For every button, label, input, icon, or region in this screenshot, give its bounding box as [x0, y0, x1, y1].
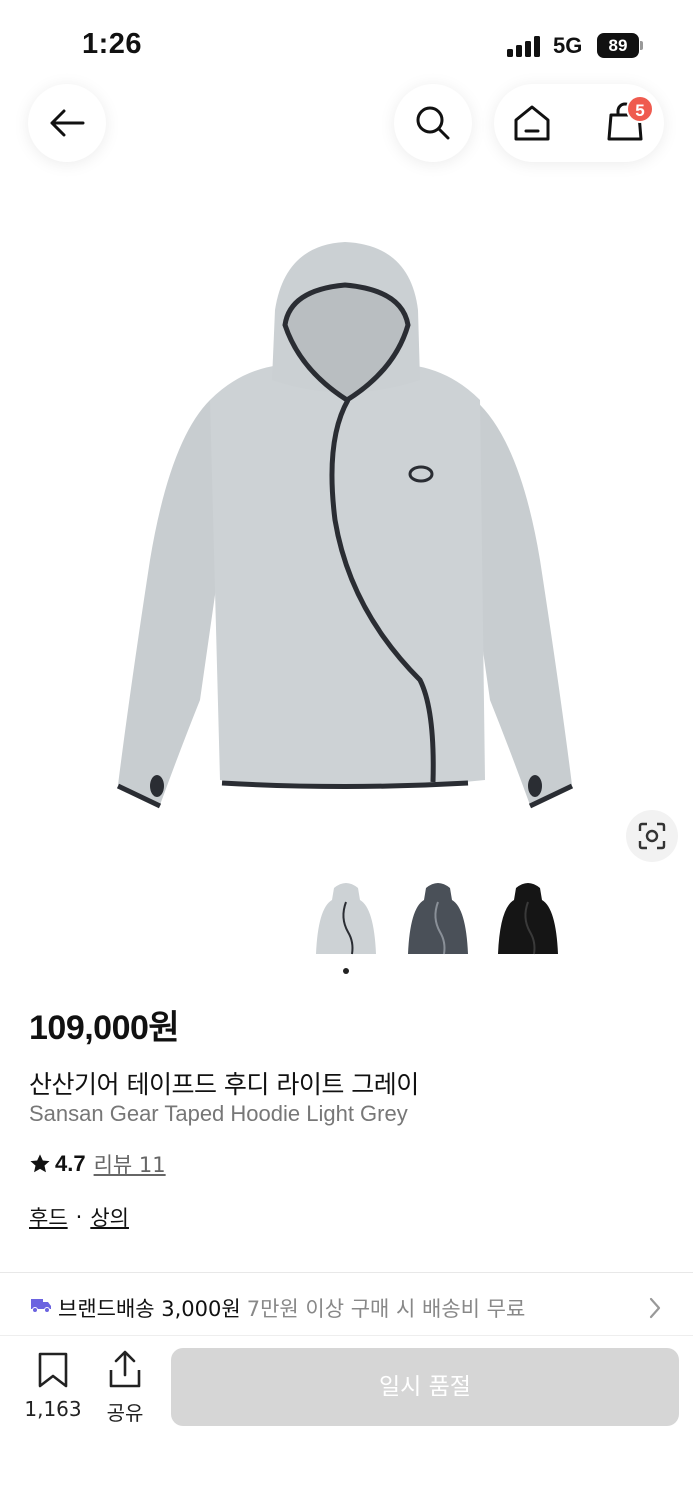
bottom-action-bar: 1,163 공유 일시 품절 — [0, 1335, 693, 1500]
color-thumbnails — [310, 878, 570, 968]
camera-scan-icon — [638, 822, 666, 850]
category-separator: · — [75, 1205, 83, 1229]
save-count: 1,163 — [24, 1397, 82, 1421]
bookmark-icon — [38, 1352, 68, 1388]
gallery-indicator-dot — [343, 968, 349, 974]
battery-level: 89 — [597, 33, 639, 58]
search-button[interactable] — [394, 84, 472, 162]
category-link-hood[interactable]: 후드 — [29, 1202, 68, 1232]
shipping-note: 7만원 이상 구매 시 배송비 무료 — [246, 1297, 526, 1321]
cart-count-badge: 5 — [626, 95, 654, 123]
status-bar: 1:26 5G 89 — [0, 0, 693, 80]
thumb-light-grey[interactable] — [310, 878, 382, 962]
thumb-black[interactable] — [492, 878, 564, 962]
rating-row: 4.7 리뷰 11 — [29, 1150, 166, 1178]
product-price: 109,000원 — [29, 1009, 180, 1047]
product-image[interactable] — [90, 230, 600, 820]
product-name-english: Sansan Gear Taped Hoodie Light Grey — [29, 1101, 408, 1126]
product-name-korean: 산산기어 테이프드 후디 라이트 그레이 — [29, 1070, 419, 1099]
battery-icon: 89 — [597, 33, 643, 58]
arrow-left-icon — [50, 109, 85, 137]
shipping-text: 브랜드배송 3,000원 7만원 이상 구매 시 배송비 무료 — [58, 1293, 525, 1323]
search-icon — [416, 106, 450, 140]
truck-icon — [31, 1299, 51, 1313]
shipping-label: 브랜드배송 3,000원 — [58, 1297, 241, 1321]
category-link-top[interactable]: 상의 — [90, 1202, 129, 1232]
thumb-charcoal[interactable] — [402, 878, 474, 962]
share-label: 공유 — [106, 1401, 144, 1425]
nav-pill: 5 — [494, 84, 664, 162]
category-breadcrumb: 후드 · 상의 — [29, 1202, 129, 1232]
sold-out-button[interactable]: 일시 품절 — [171, 1348, 679, 1426]
star-icon — [30, 1154, 50, 1173]
image-search-button[interactable] — [626, 810, 678, 862]
signal-icon — [507, 35, 543, 57]
share-icon — [109, 1350, 141, 1388]
chevron-right-icon — [649, 1297, 661, 1319]
status-time: 1:26 — [82, 28, 143, 60]
shipping-info-row[interactable]: 브랜드배송 3,000원 7만원 이상 구매 시 배송비 무료 — [0, 1273, 693, 1335]
hoodie-illustration — [116, 242, 574, 809]
home-button[interactable] — [512, 104, 552, 147]
back-button[interactable] — [28, 84, 106, 162]
home-icon — [514, 105, 550, 141]
save-button[interactable]: 1,163 — [22, 1352, 84, 1421]
network-label: 5G — [553, 33, 583, 58]
review-link[interactable]: 리뷰 11 — [94, 1149, 166, 1179]
rating-score: 4.7 — [55, 1151, 86, 1176]
share-button[interactable]: 공유 — [100, 1350, 150, 1426]
